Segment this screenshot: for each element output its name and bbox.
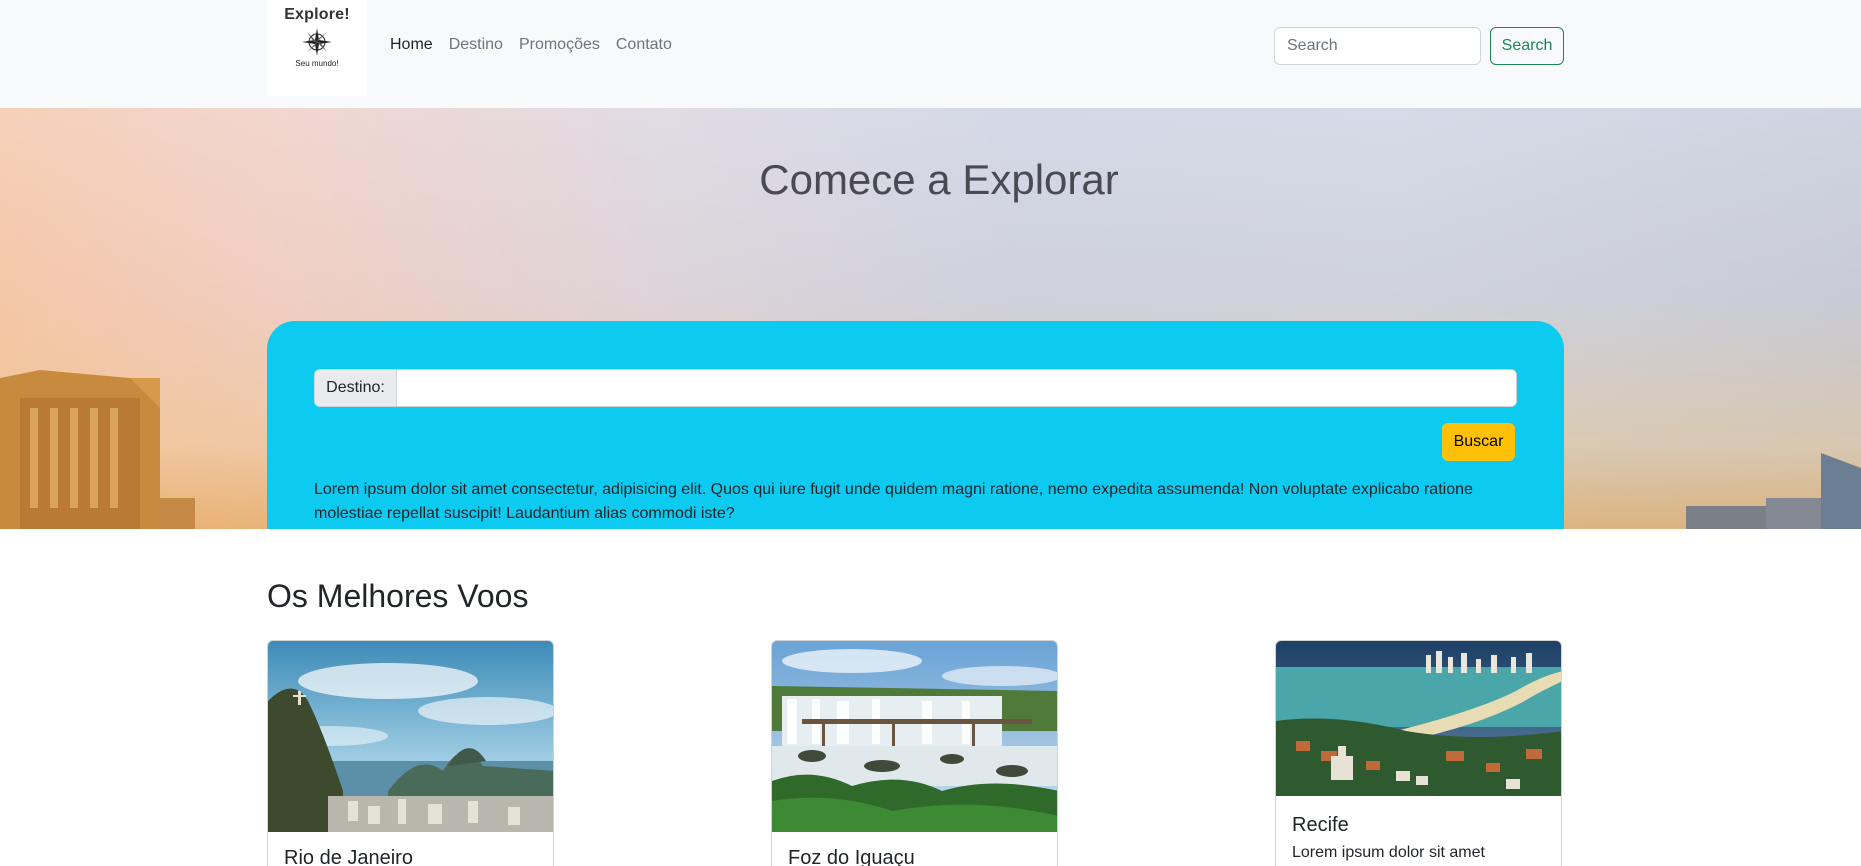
card-title: Rio de Janeiro [284,847,413,866]
recife-photo [1276,641,1561,796]
flight-card-recife[interactable]: Recife Lorem ipsum dolor sit amet [1275,640,1562,866]
compass-icon [302,28,332,56]
nav-link-promocoes[interactable]: Promoções [519,36,600,54]
destination-input[interactable] [397,370,1516,406]
panel-description: Lorem ipsum dolor sit amet consectetur, … [314,481,1473,522]
brand-tagline: Seu mundo! [295,59,339,68]
nav-link-home[interactable]: Home [390,36,433,54]
nav-links: Home Destino Promoções Contato [390,36,672,54]
destination-input-group: Destino: [314,369,1517,407]
brand-title: Explore! [284,6,350,23]
card-title: Recife [1292,814,1349,836]
card-text: Lorem ipsum dolor sit amet [1292,844,1485,861]
nav-link-destino[interactable]: Destino [449,36,503,54]
section-title: Os Melhores Voos [267,578,529,614]
flight-card-foz[interactable]: Foz do Iguaçu [771,640,1058,866]
card-title: Foz do Iguaçu [788,847,915,866]
buscar-button[interactable]: Buscar [1442,423,1515,461]
navbar: Explore! Seu mundo! Home Destino Promoçõ… [0,0,1861,108]
foz-photo [772,641,1057,832]
destination-label: Destino: [315,370,397,406]
destination-search-panel: Destino: Buscar Lorem ipsum dolor sit am… [267,321,1564,529]
hero-title: Comece a Explorar [759,156,1119,203]
search-button[interactable]: Search [1490,27,1564,65]
hero-banner: Comece a Explorar Destino: Buscar Lorem … [0,108,1861,529]
flight-card-rio[interactable]: Rio de Janeiro [267,640,554,866]
foz-image [772,641,1057,832]
rio-image [268,641,553,832]
rio-photo [268,641,553,832]
search-input[interactable] [1274,27,1481,65]
nav-link-contato[interactable]: Contato [616,36,672,54]
recife-image [1276,641,1561,796]
brand-logo[interactable]: Explore! Seu mundo! [267,0,367,96]
